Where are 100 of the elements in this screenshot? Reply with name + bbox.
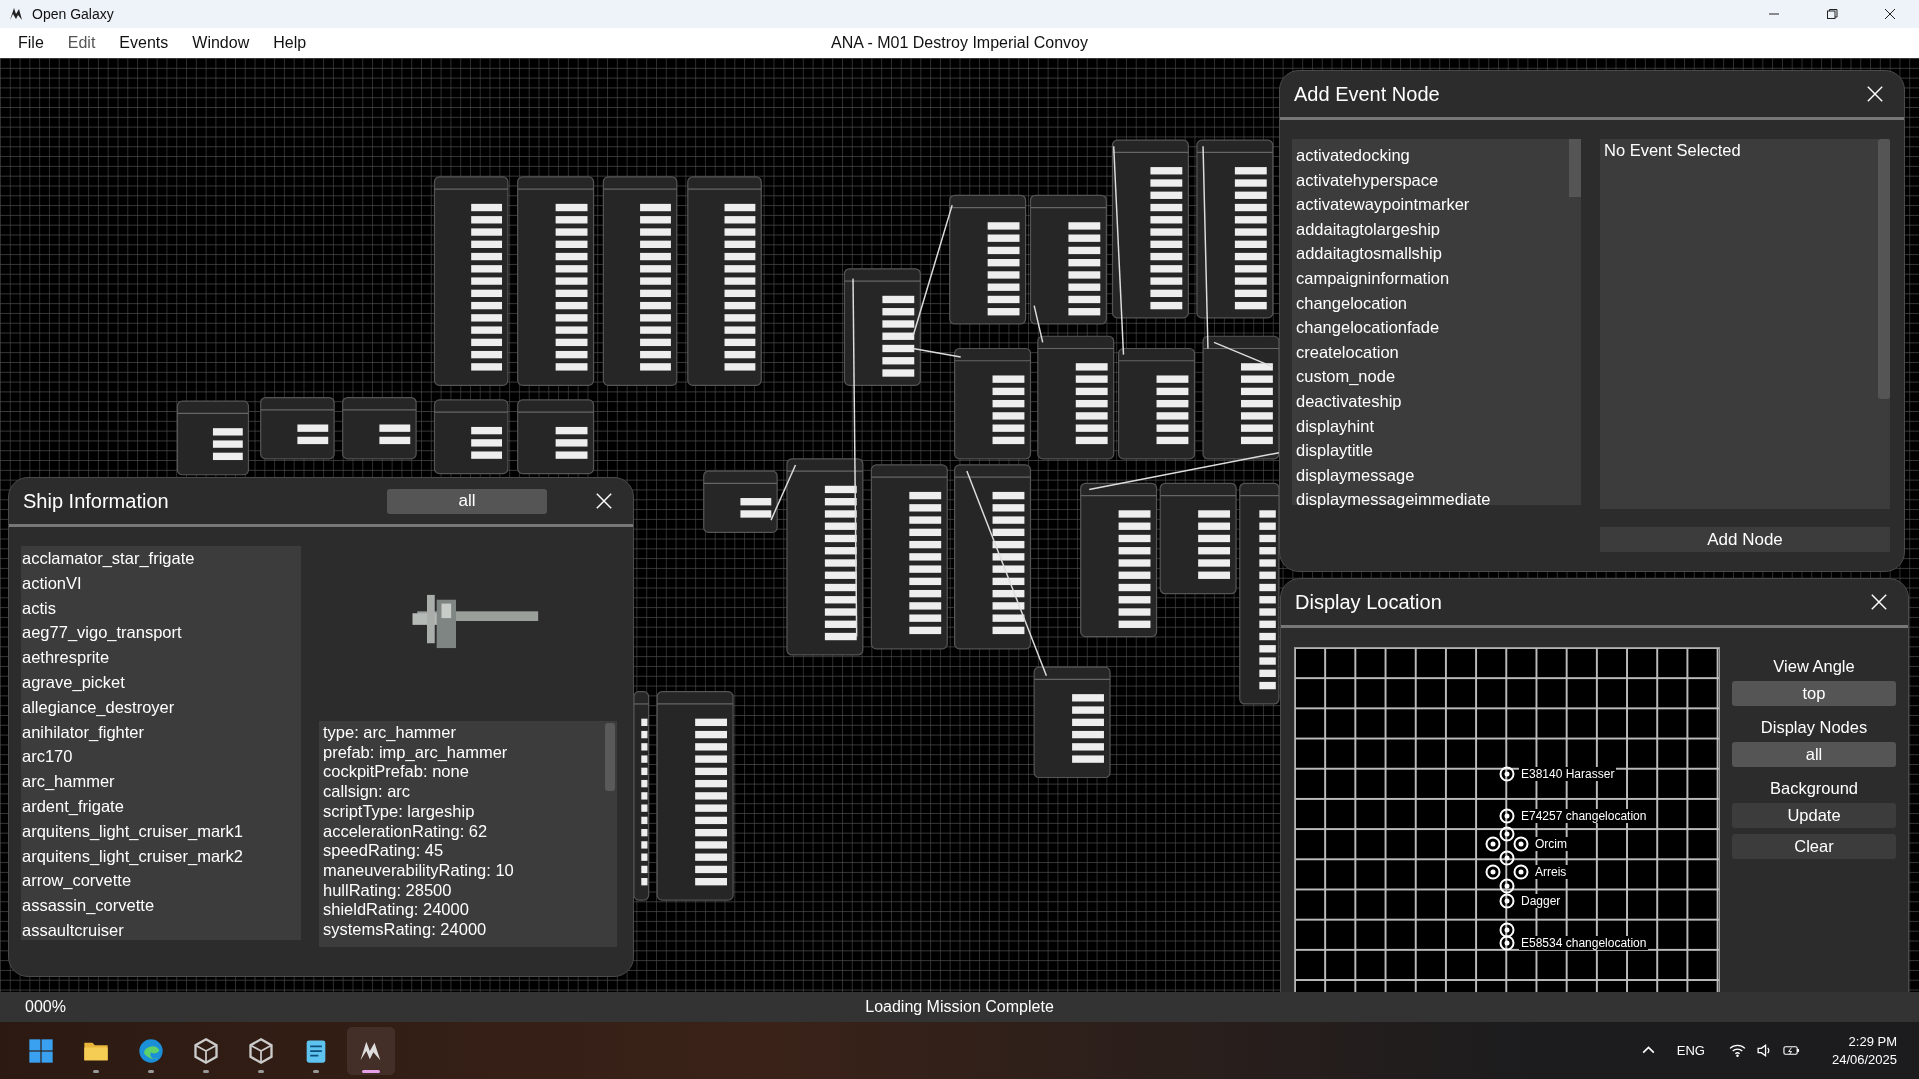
control-label: View Angle bbox=[1772, 656, 1856, 676]
marker-label: Orcim bbox=[1533, 837, 1569, 851]
node-card[interactable] bbox=[656, 691, 734, 901]
ship-list-item[interactable]: arquitens_light_cruiser_mark1 bbox=[22, 818, 277, 844]
connector-line bbox=[1213, 341, 1274, 368]
detail-line: hullRating: 28500 bbox=[323, 880, 453, 901]
wifi-icon[interactable] bbox=[1728, 1042, 1746, 1059]
marker-icon[interactable] bbox=[1499, 878, 1515, 894]
node-card[interactable] bbox=[1037, 335, 1115, 460]
node-card[interactable] bbox=[1202, 335, 1280, 460]
node-card[interactable] bbox=[260, 396, 335, 460]
ship-list-item[interactable]: ardent_frigate bbox=[22, 793, 277, 819]
node-card[interactable] bbox=[843, 268, 921, 386]
node-card[interactable] bbox=[1029, 194, 1107, 325]
marker-icon[interactable] bbox=[1513, 836, 1529, 852]
node-card[interactable] bbox=[1196, 139, 1274, 319]
ship-list-item[interactable]: aeg77_vigo_transport bbox=[22, 620, 277, 646]
scrollbar-thumb[interactable] bbox=[1569, 139, 1581, 197]
node-card[interactable] bbox=[954, 347, 1032, 460]
taskbar-app[interactable] bbox=[347, 1026, 395, 1075]
ship-list-item[interactable]: actionVI bbox=[22, 570, 277, 596]
detail-line: shieldRating: 24000 bbox=[323, 900, 470, 921]
option-button[interactable]: all bbox=[1732, 742, 1896, 767]
option-button[interactable]: Clear bbox=[1732, 834, 1896, 859]
ship-list-item[interactable]: agrave_picket bbox=[22, 670, 277, 695]
ship-list-item[interactable]: anihilator_fighter bbox=[22, 719, 277, 745]
ship-list-item[interactable]: acclamator_star_frigate bbox=[22, 546, 277, 571]
node-card[interactable] bbox=[517, 176, 595, 386]
marker-icon[interactable] bbox=[1499, 935, 1515, 951]
ship-list-item[interactable]: arquitens_light_cruiser_mark2 bbox=[22, 843, 277, 869]
ship-list-item[interactable]: assaultcruiser bbox=[22, 917, 277, 943]
node-card[interactable] bbox=[703, 470, 778, 533]
detail-line: accelerationRating: 62 bbox=[323, 821, 489, 842]
ship-list-item[interactable]: allegiance_destroyer bbox=[22, 694, 277, 720]
node-card[interactable] bbox=[433, 176, 509, 386]
ship-list-item[interactable]: aethresprite bbox=[22, 645, 277, 670]
clock-time[interactable]: 2:29 PM bbox=[1848, 1032, 1897, 1051]
scrollbar-thumb[interactable] bbox=[1878, 139, 1890, 399]
filter-button[interactable]: all bbox=[387, 488, 547, 514]
event-list-item[interactable]: custom_node bbox=[1296, 364, 1551, 389]
node-card[interactable] bbox=[176, 400, 250, 476]
node-card[interactable] bbox=[870, 464, 948, 650]
event-list-item[interactable]: displaymessage bbox=[1296, 462, 1551, 488]
event-list-item[interactable]: addaitagtosmallship bbox=[1296, 241, 1551, 266]
menu-item[interactable]: Events bbox=[107, 30, 181, 56]
menu-item[interactable]: Window bbox=[180, 30, 262, 56]
event-list-item[interactable]: deactivateship bbox=[1296, 388, 1551, 414]
node-card[interactable] bbox=[954, 464, 1032, 650]
node-card[interactable] bbox=[1111, 139, 1189, 319]
event-list-item[interactable]: displaytitle bbox=[1296, 438, 1551, 463]
option-button[interactable]: top bbox=[1732, 681, 1896, 706]
event-list-item[interactable]: activatehyperspace bbox=[1296, 167, 1551, 193]
event-list-item[interactable]: changelocation bbox=[1296, 290, 1551, 316]
menu-item[interactable]: Help bbox=[261, 30, 319, 56]
marker-icon[interactable] bbox=[1513, 864, 1529, 880]
node-card[interactable] bbox=[1239, 482, 1280, 705]
ship-list-item[interactable]: actis bbox=[22, 595, 277, 621]
marker-icon[interactable] bbox=[1499, 850, 1515, 866]
node-card[interactable] bbox=[433, 399, 509, 475]
event-list-item[interactable]: activatedocking bbox=[1296, 143, 1551, 168]
option-button[interactable]: Update bbox=[1732, 803, 1896, 828]
node-card[interactable] bbox=[1118, 347, 1196, 460]
node-card[interactable] bbox=[1080, 482, 1158, 638]
clock-date[interactable]: 24/06/2025 bbox=[1831, 1050, 1897, 1069]
marker-icon[interactable] bbox=[1485, 864, 1501, 880]
node-card[interactable] bbox=[602, 176, 678, 386]
node-card[interactable] bbox=[949, 194, 1027, 325]
language-indicator[interactable]: ENG bbox=[1676, 1043, 1705, 1058]
event-list-item[interactable]: displaymessageimmediate bbox=[1296, 487, 1551, 512]
close-icon[interactable] bbox=[1884, 8, 1896, 20]
event-list-item[interactable]: activatewaypointmarker bbox=[1296, 192, 1551, 217]
scrollbar-thumb[interactable] bbox=[605, 723, 615, 791]
ship-list-item[interactable]: arc_hammer bbox=[22, 769, 277, 794]
marker-icon[interactable] bbox=[1499, 808, 1515, 824]
marker-icon[interactable] bbox=[1485, 836, 1501, 852]
event-list-item[interactable]: createlocation bbox=[1296, 339, 1551, 365]
node-card[interactable] bbox=[342, 396, 417, 460]
marker-label: E74257 changelocation bbox=[1519, 809, 1649, 823]
menu-item[interactable]: Edit bbox=[55, 30, 108, 56]
maximize-icon[interactable] bbox=[1826, 8, 1838, 20]
ship-list-item[interactable]: arrow_corvette bbox=[22, 868, 277, 894]
node-card[interactable] bbox=[687, 176, 762, 386]
event-list-item[interactable]: changelocationfade bbox=[1296, 315, 1551, 340]
menu-item[interactable]: File bbox=[6, 30, 56, 56]
add-node-button[interactable]: Add Node bbox=[1600, 527, 1890, 552]
node-card[interactable] bbox=[786, 458, 864, 656]
detail-line: prefab: imp_arc_hammer bbox=[323, 742, 509, 763]
node-card[interactable] bbox=[1159, 482, 1237, 595]
node-card[interactable] bbox=[517, 399, 595, 475]
event-list-item[interactable]: displayhint bbox=[1296, 413, 1551, 439]
node-card[interactable] bbox=[1033, 666, 1111, 779]
ship-list-item[interactable]: arc170 bbox=[22, 744, 277, 770]
ship-list-item[interactable]: assassin_corvette bbox=[22, 893, 277, 918]
marker-icon[interactable] bbox=[1499, 922, 1515, 938]
event-list-item[interactable]: campaigninformation bbox=[1296, 265, 1551, 291]
marker-icon[interactable] bbox=[1499, 826, 1515, 842]
marker-icon[interactable] bbox=[1499, 766, 1515, 782]
event-list-item[interactable]: addaitagtolargeship bbox=[1296, 216, 1551, 242]
marker-icon[interactable] bbox=[1499, 893, 1515, 909]
marker-label: E38140 Harasser bbox=[1519, 767, 1617, 781]
